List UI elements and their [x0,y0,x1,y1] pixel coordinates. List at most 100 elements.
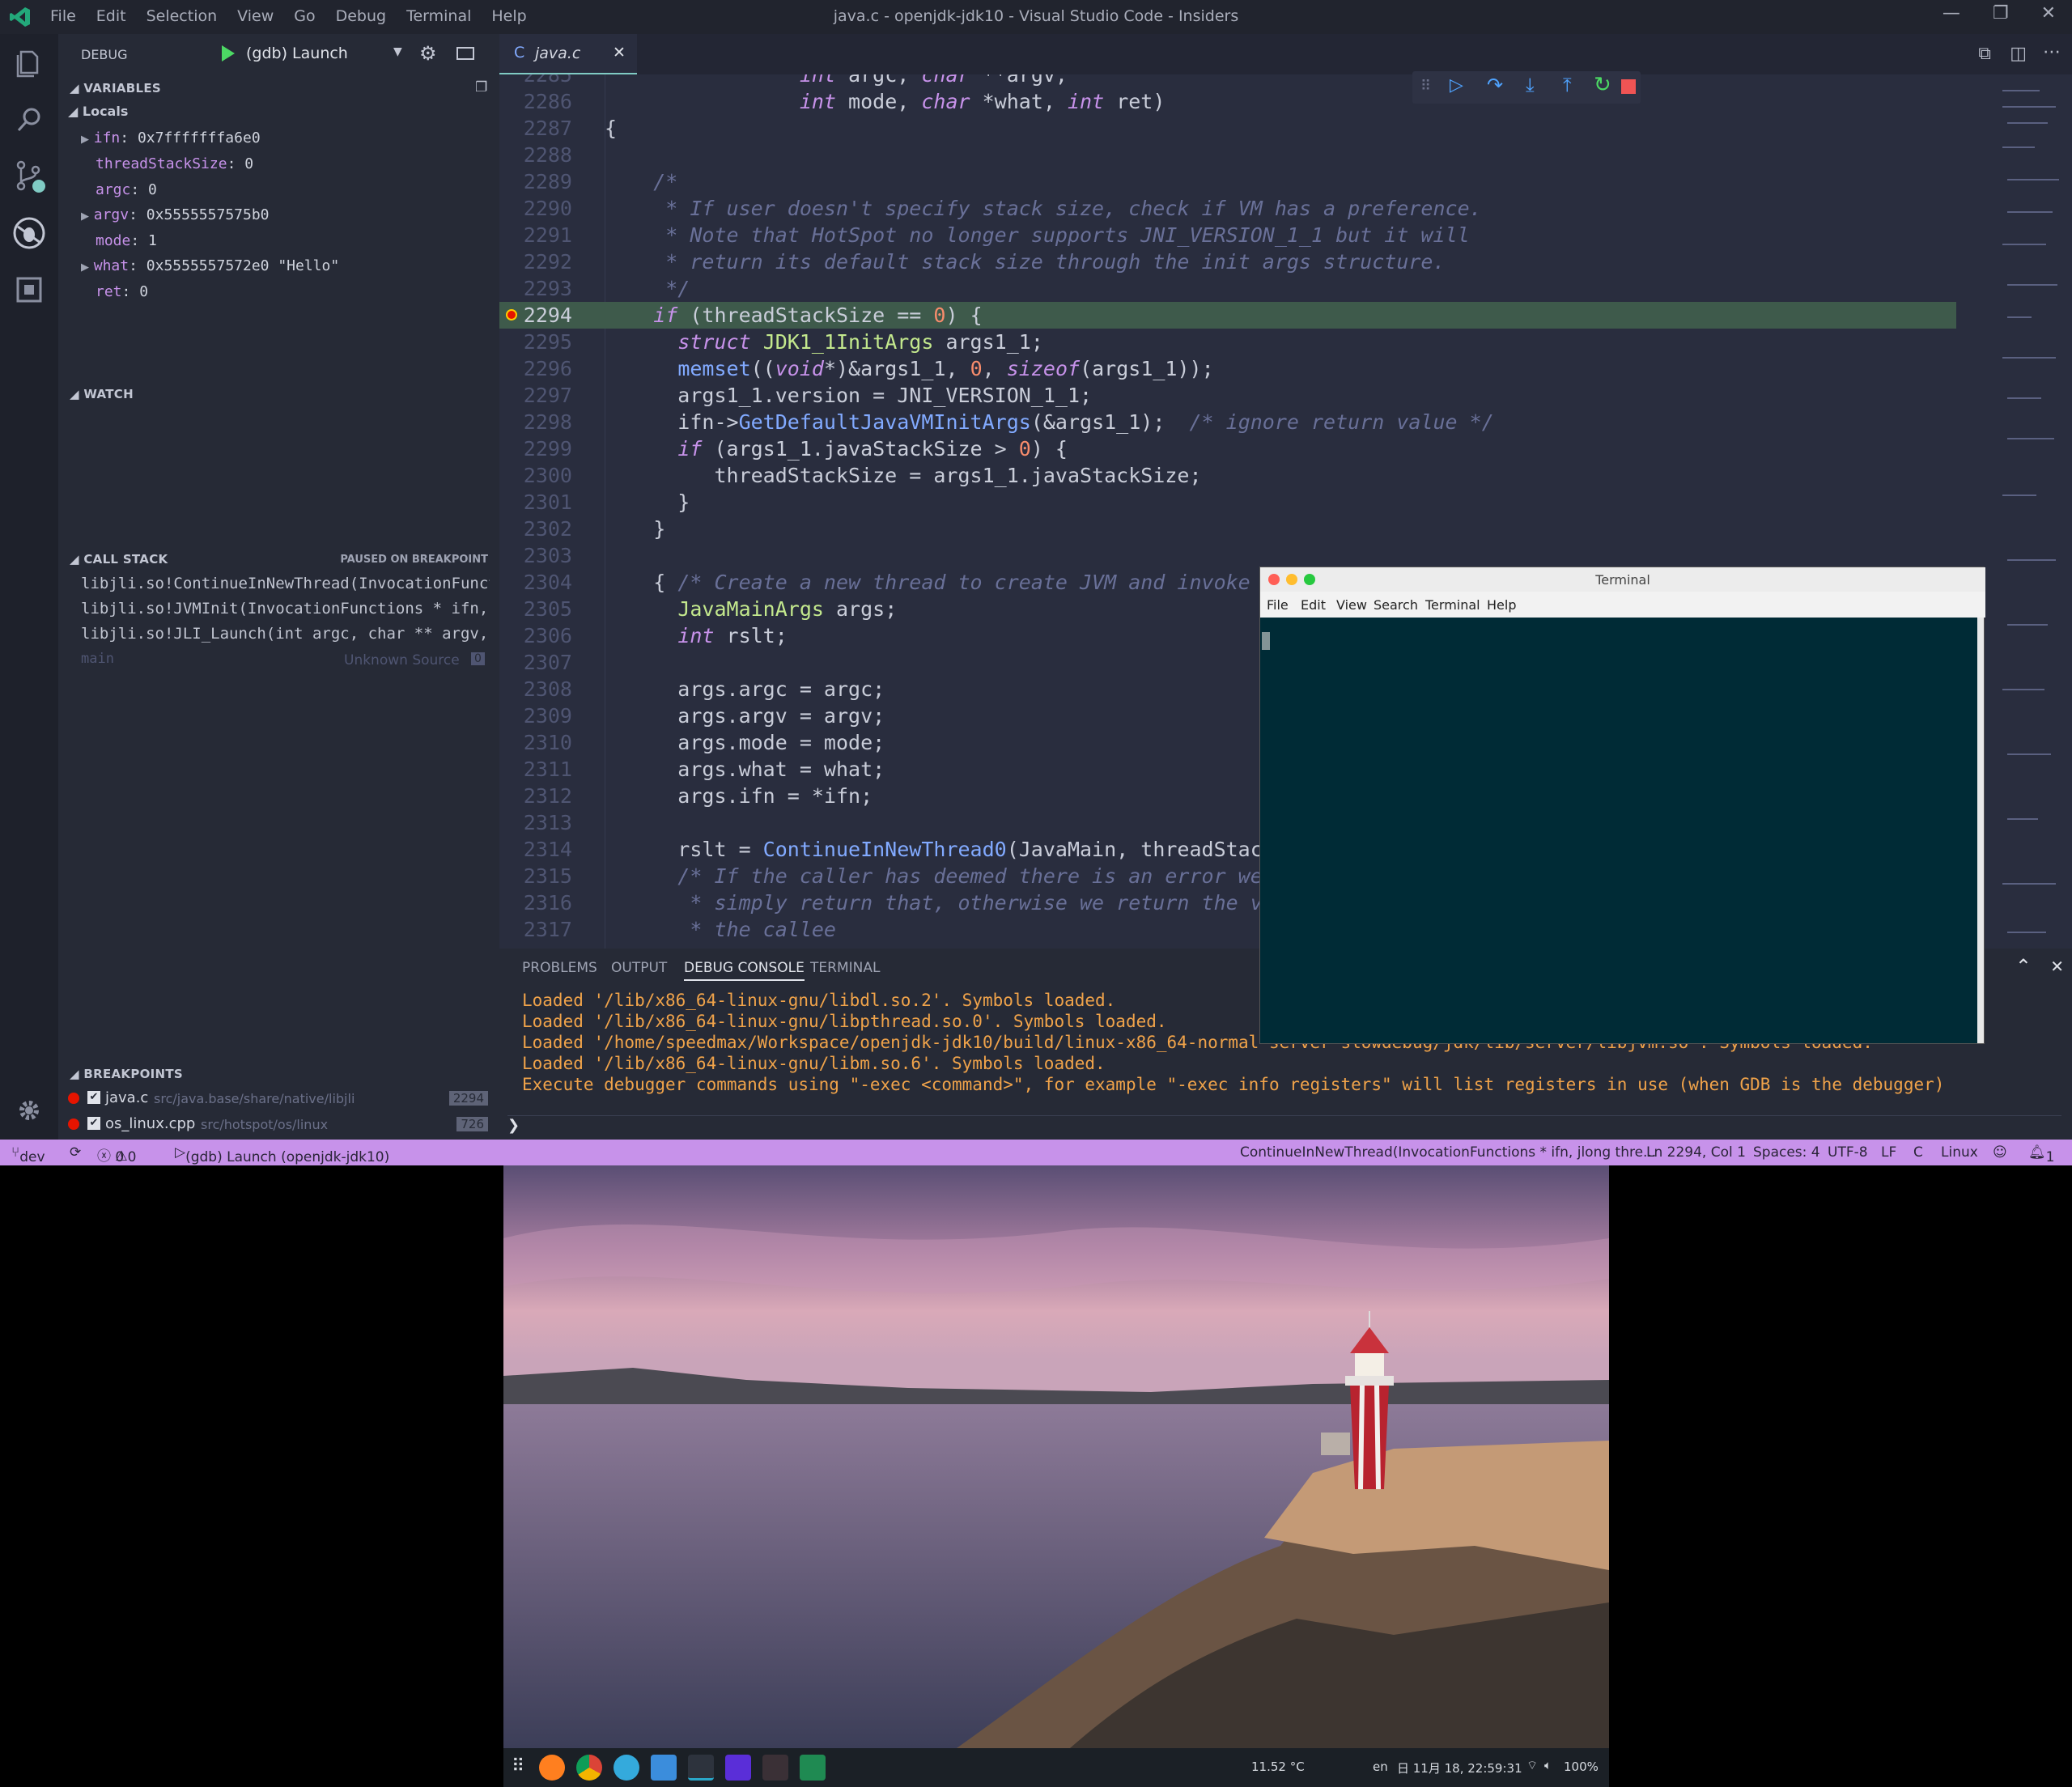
line-number[interactable]: 2297 [499,382,572,409]
breakpoint-file[interactable]: java.c [105,1089,148,1106]
terminal-menu-help[interactable]: Help [1487,597,1516,613]
stop-icon[interactable] [1621,79,1636,94]
code-line[interactable]: 2297 args1_1.version = JNI_VERSION_1_1; [499,382,1956,409]
maximize-panel-icon[interactable]: ⌃ [2015,955,2032,978]
terminal-menu-view[interactable]: View [1336,597,1367,613]
code-line[interactable]: 2303 [499,542,1956,569]
code-line[interactable]: 2300 threadStackSize = args1_1.javaStack… [499,462,1956,489]
restore-icon[interactable]: ❐ [1993,3,2009,23]
terminal-icon[interactable] [688,1755,714,1781]
source-control-icon[interactable] [11,159,47,194]
line-number[interactable]: 2308 [499,676,572,702]
current-function[interactable]: ContinueInNewThread(InvocationFunctions … [1240,1144,1656,1161]
line-number[interactable]: 2316 [499,889,572,916]
breakpoints-header[interactable]: ◢ BREAKPOINTS [70,1067,183,1081]
explorer-icon[interactable] [11,45,47,81]
breakpoint-file[interactable]: os_linux.cpp [105,1115,195,1132]
line-number[interactable]: 2304 [499,569,572,596]
code-line[interactable]: 2298 ifn->GetDefaultJavaVMInitArgs(&args… [499,409,1956,435]
line-number[interactable]: 2311 [499,756,572,783]
tab-terminal[interactable]: TERMINAL [810,960,880,976]
language-mode[interactable]: C [1913,1144,1923,1161]
more-actions-icon[interactable]: ⋯ [2043,42,2061,62]
line-number[interactable]: 2292 [499,248,572,275]
encoding[interactable]: UTF-8 [1828,1144,1868,1161]
breakpoint-marker-icon[interactable] [506,309,517,320]
battery-level[interactable]: 100% [1564,1759,1599,1774]
sync-icon[interactable]: ⟳ [70,1144,81,1161]
intellij-icon[interactable] [725,1755,751,1781]
variable-row[interactable]: ret: 0 [96,283,148,300]
terminal-menu-terminal[interactable]: Terminal [1425,597,1480,613]
step-into-icon[interactable]: ⤓ [1526,74,1535,96]
chevron-down-icon[interactable]: ▼ [393,45,402,58]
variable-row[interactable]: ▶ argv: 0x5555557575b0 [81,206,270,223]
weather-temperature[interactable]: 11.52 °C [1251,1759,1305,1774]
minimap[interactable] [1999,74,2064,949]
line-number[interactable]: 2309 [499,702,572,729]
line-number[interactable]: 2288 [499,142,572,168]
terminal-menu-search[interactable]: Search [1374,597,1418,613]
close-panel-icon[interactable]: ✕ [2050,957,2064,976]
line-number[interactable]: 2317 [499,916,572,943]
wifi-icon[interactable]: ⌔ [1526,1758,1538,1773]
code-line[interactable]: 2287 { [499,115,1956,142]
code-line[interactable]: 2295 struct JDK1_1InitArgs args1_1; [499,329,1956,355]
watch-header[interactable]: ◢ WATCH [70,387,134,401]
line-number[interactable]: 2296 [499,355,572,382]
line-number[interactable]: 2313 [499,809,572,836]
problems-indicator[interactable]: ⓧ 0 ⚠ 0 [97,1144,136,1165]
terminal-menu-edit[interactable]: Edit [1301,597,1326,613]
line-number[interactable]: 2312 [499,783,572,809]
variable-row[interactable]: ▶ ifn: 0x7fffffffa6e0 [81,129,261,146]
line-number[interactable]: 2301 [499,489,572,516]
tab-output[interactable]: OUTPUT [611,960,667,976]
tab-debug-console[interactable]: DEBUG CONSOLE [684,960,805,981]
line-number[interactable]: 2310 [499,729,572,756]
line-number[interactable]: 2290 [499,195,572,222]
line-number[interactable]: 2298 [499,409,572,435]
notifications-icon[interactable]: 🔔︎ 1 [2028,1144,2054,1165]
step-out-icon[interactable]: ⤒ [1563,74,1572,96]
variable-row[interactable]: ▶ what: 0x5555557572e0 "Hello" [81,257,339,274]
debug-launch-status[interactable]: ▷ (gdb) Launch (openjdk-jdk10) [175,1144,389,1165]
launcher-icon[interactable]: ⠿ [512,1756,524,1776]
minimize-icon[interactable]: — [1942,3,1960,23]
line-ending[interactable]: LF [1881,1144,1896,1161]
code-line[interactable]: 2296 memset((void*)&args1_1, 0, sizeof(a… [499,355,1956,382]
line-number[interactable]: 2285 [499,74,572,88]
branch-indicator[interactable]: ⑂ dev [11,1144,45,1165]
terminal-scrollbar[interactable] [1977,618,1984,1043]
volume-icon[interactable]: 🔈︎ [1544,1758,1552,1772]
console-prompt[interactable]: ❯ [507,1117,520,1134]
files-icon[interactable] [651,1755,677,1781]
cursor-position[interactable]: Ln 2294, Col 1 [1646,1144,1746,1161]
code-line[interactable]: 2285 int argc, char **argv, [499,74,1956,88]
variable-row[interactable]: mode: 1 [96,232,157,249]
extensions-icon[interactable] [11,272,47,308]
settings-gear-icon[interactable] [11,1093,47,1128]
code-line[interactable]: 2302 } [499,516,1956,542]
firefox-icon[interactable] [539,1755,565,1781]
telegram-icon[interactable] [614,1755,639,1781]
callstack-frame[interactable]: libjli.so!JVMInit(InvocationFunctions * … [81,600,490,618]
open-changes-icon[interactable]: ⧉ [1978,44,1991,64]
code-line[interactable]: 2294 if (threadStackSize == 0) { [499,302,1956,329]
terminal-alt-icon[interactable] [762,1755,788,1781]
line-number[interactable]: 2299 [499,435,572,462]
indentation[interactable]: Spaces: 4 [1753,1144,1820,1161]
breakpoint-checkbox[interactable]: ✔ [87,1117,100,1130]
line-number[interactable]: 2291 [499,222,572,248]
variables-header[interactable]: ◢ VARIABLES [70,81,161,96]
terminal-menu-file[interactable]: File [1267,597,1289,613]
chrome-dev-icon[interactable] [576,1755,602,1781]
line-number[interactable]: 2314 [499,836,572,863]
line-number[interactable]: 2286 [499,88,572,115]
clock[interactable]: 日 11月 18, 22:59:31 [1397,1759,1522,1776]
tab-close-icon[interactable]: ✕ [613,44,626,62]
callstack-frame[interactable]: libjli.so!ContinueInNewThread(Invocation… [81,575,490,592]
line-number[interactable]: 2302 [499,516,572,542]
line-number[interactable]: 2307 [499,649,572,676]
code-line[interactable]: 2293 */ [499,275,1956,302]
callstack-frame[interactable]: libjli.so!JLI_Launch(int argc, char ** a… [81,625,490,643]
